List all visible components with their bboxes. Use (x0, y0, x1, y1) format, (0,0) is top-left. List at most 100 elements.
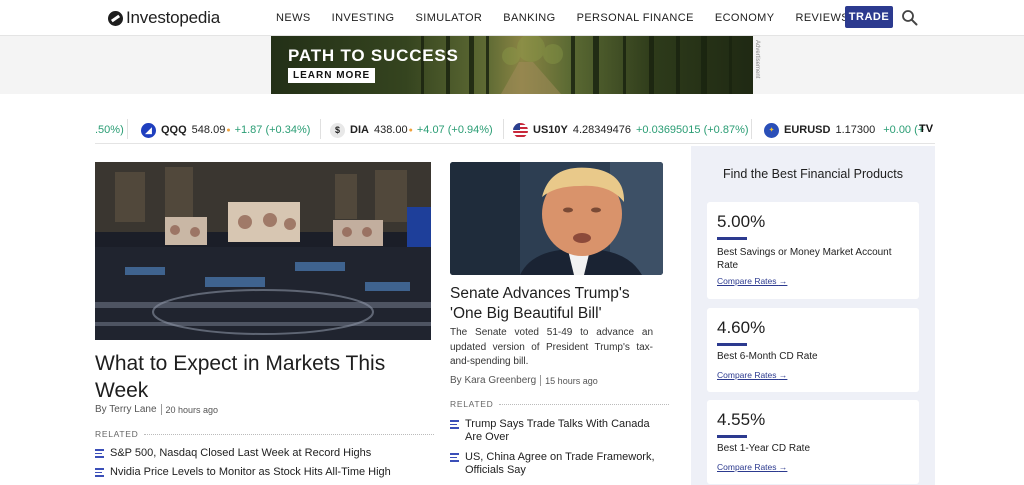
related-link-text: Trump Says Trade Talks With Canada Are O… (465, 418, 650, 443)
related-link[interactable]: S&P 500, Nasdaq Closed Last Week at Reco… (95, 447, 415, 460)
feature-headline[interactable]: Senate Advances Trump's 'One Big Beautif… (450, 284, 663, 324)
compare-rates-text: Compare Rates (717, 276, 777, 286)
product-name: Best Savings or Money Market Account Rat… (717, 247, 892, 271)
nav-simulator[interactable]: SIMULATOR (416, 12, 483, 24)
ticker-price: 548.09 (191, 124, 226, 136)
product-name: Best 1-Year CD Rate (717, 443, 811, 454)
ticker-divider (320, 119, 321, 139)
eu-flag-icon: ✦ (764, 122, 779, 138)
ticker-change: +0.03695015 (+0.87%) (635, 124, 749, 136)
ticker-symbol: EURUSD (784, 124, 831, 136)
ticker-fragment-text: .50%) (95, 124, 124, 136)
byline-divider (540, 375, 542, 386)
panel-title: Find the Best Financial Products (723, 167, 903, 181)
feature-headline[interactable]: What to Expect in Markets This Week (95, 350, 415, 404)
nav-news[interactable]: NEWS (276, 12, 311, 24)
accent-bar (717, 237, 747, 240)
ticker-symbol: US10Y (533, 124, 568, 136)
market-ticker: .50%) ◢ QQQ 548.09 ● +1.87 (+0.34%) $ DI… (95, 117, 935, 144)
ticker-divider (127, 119, 128, 139)
ticker-price: 438.00 (373, 124, 408, 136)
main-nav: NEWS INVESTING SIMULATOR BANKING PERSONA… (276, 12, 870, 24)
author[interactable]: By Kara Greenberg (450, 375, 536, 386)
product-rate: 4.55% (717, 410, 766, 429)
list-lines-icon (95, 449, 104, 458)
product-rate: 5.00% (717, 212, 766, 231)
investopedia-logo[interactable]: Investopedia (108, 7, 220, 29)
ticker-change: +1.87 (+0.34%) (234, 124, 311, 136)
ticker-price: 4.28349476 (572, 124, 631, 136)
related-label: RELATED (450, 399, 670, 409)
ticker-change: +4.07 (+0.94%) (416, 124, 493, 136)
ticker-item-qqq[interactable]: ◢ QQQ 548.09 ● +1.87 (+0.34%) (141, 122, 310, 138)
arrow-right-icon: → (778, 276, 788, 286)
author[interactable]: By Terry Lane (95, 404, 157, 415)
ad-banner[interactable]: PATH TO SUCCESS LEARN MORE (271, 36, 753, 94)
ad-title: PATH TO SUCCESS (288, 46, 459, 65)
accent-bar (717, 343, 747, 346)
compare-rates-link[interactable]: Compare Rates → (717, 462, 787, 472)
product-rate: 4.60% (717, 318, 766, 337)
related-divider (499, 403, 670, 405)
related-label: RELATED (95, 429, 435, 439)
product-card[interactable]: 5.00% Best Savings or Money Market Accou… (707, 202, 919, 299)
ad-label: Advertisement (753, 36, 767, 94)
arrow-right-icon: → (778, 370, 788, 380)
list-lines-icon (450, 420, 459, 429)
nyse-floor-image[interactable] (95, 162, 431, 340)
compare-rates-link[interactable]: Compare Rates → (717, 276, 787, 286)
related-link-text: Nvidia Price Levels to Monitor as Stock … (110, 466, 391, 478)
timestamp: 20 hours ago (165, 404, 219, 415)
related-link[interactable]: Nvidia Price Levels to Monitor as Stock … (95, 466, 415, 479)
byline-divider (160, 404, 162, 415)
ticker-fragment: .50%) (95, 122, 124, 138)
product-name: Best 6-Month CD Rate (717, 351, 818, 362)
related-link-text: S&P 500, Nasdaq Closed Last Week at Reco… (110, 447, 372, 459)
arrow-right-icon: → (778, 462, 788, 472)
feature-byline: By Kara Greenberg 15 hours ago (450, 375, 598, 386)
feature-byline: By Terry Lane 20 hours ago (95, 404, 218, 415)
related-link[interactable]: US, China Agree on Trade Framework, Offi… (450, 451, 660, 477)
related-divider (144, 433, 435, 435)
tradingview-logo[interactable]: TV (919, 123, 933, 135)
ad-band: PATH TO SUCCESS LEARN MORE Advertisement (0, 36, 1024, 94)
ticker-item-us10y[interactable]: US10Y 4.28349476 +0.03695015 (+0.87%) (513, 122, 749, 138)
product-card[interactable]: 4.55% Best 1-Year CD Rate Compare Rates … (707, 400, 919, 484)
related-label-text: RELATED (95, 429, 139, 439)
related-link[interactable]: Trump Says Trade Talks With Canada Are O… (450, 418, 660, 444)
accent-bar (717, 435, 747, 438)
related-link-text: US, China Agree on Trade Framework, Offi… (465, 451, 655, 476)
ticker-divider (751, 119, 752, 139)
list-lines-icon (95, 468, 104, 477)
list-lines-icon (450, 453, 459, 462)
nyse-floor-illustration (95, 162, 431, 340)
compare-rates-link[interactable]: Compare Rates → (717, 370, 787, 380)
ticker-item-eurusd[interactable]: ✦ EURUSD 1.17300 +0.00 (+ (764, 122, 924, 138)
compare-rates-text: Compare Rates (717, 462, 777, 472)
timestamp: 15 hours ago (545, 375, 598, 386)
ad-label-text: Advertisement (754, 40, 760, 79)
financial-products-panel: Find the Best Financial Products 5.00% B… (691, 146, 935, 485)
nav-investing[interactable]: INVESTING (332, 12, 395, 24)
ticker-symbol: QQQ (161, 124, 187, 136)
nav-economy[interactable]: ECONOMY (715, 12, 775, 24)
portrait-illustration (450, 162, 663, 275)
product-card[interactable]: 4.60% Best 6-Month CD Rate Compare Rates… (707, 308, 919, 392)
qqq-icon: ◢ (141, 122, 156, 138)
nav-banking[interactable]: BANKING (503, 12, 555, 24)
nav-personal-finance[interactable]: PERSONAL FINANCE (577, 12, 694, 24)
feature-description: The Senate voted 51-49 to advance an upd… (450, 327, 653, 367)
nav-reviews[interactable]: REVIEWS (795, 12, 849, 24)
ad-learn-more-button[interactable]: LEARN MORE (288, 68, 376, 83)
compare-rates-text: Compare Rates (717, 370, 777, 380)
ticker-item-dia[interactable]: $ DIA 438.00 ● +4.07 (+0.94%) (330, 122, 493, 138)
trump-photo[interactable] (450, 162, 663, 275)
trade-button[interactable]: TRADE (845, 6, 893, 28)
ticker-price: 1.17300 (835, 124, 876, 136)
market-status-dot-icon: ● (226, 126, 231, 134)
search-icon[interactable] (901, 9, 918, 26)
dollar-icon: $ (330, 122, 345, 138)
site-header: Investopedia NEWS INVESTING SIMULATOR BA… (0, 0, 1024, 36)
logo-text: Investopedia (126, 8, 221, 27)
ticker-divider (503, 119, 504, 139)
